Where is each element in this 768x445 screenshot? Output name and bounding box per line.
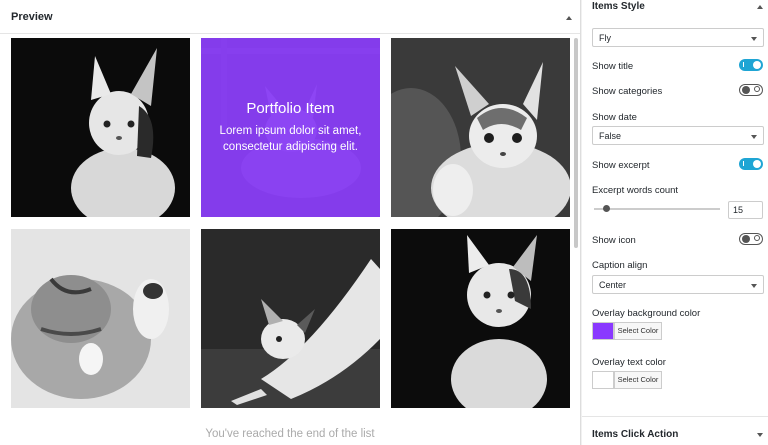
excerpt-words-label: Excerpt words count [592, 185, 679, 196]
preview-panel: Preview Portfolio Item Lorem ipsum dolor… [0, 0, 581, 445]
show-categories-label: Show categories [592, 86, 663, 97]
portfolio-item-4[interactable] [11, 229, 190, 408]
show-excerpt-label: Show excerpt [592, 160, 650, 171]
excerpt-words-slider-handle[interactable] [603, 205, 610, 212]
chevron-down-icon [751, 284, 757, 288]
caption-align-select[interactable]: Center [592, 275, 764, 294]
collapse-icon[interactable] [757, 5, 763, 9]
portfolio-item-title: Portfolio Item [246, 100, 335, 117]
overlay-bg-label: Overlay background color [592, 308, 701, 319]
overlay-text-label: Overlay text color [592, 357, 666, 368]
cat-photo-6 [391, 229, 570, 408]
preview-header[interactable]: Preview [0, 0, 580, 34]
end-of-list-message: You've reached the end of the list [205, 428, 375, 440]
chevron-down-icon [751, 135, 757, 139]
items-style-header[interactable]: Items Style [582, 0, 768, 16]
show-date-label: Show date [592, 112, 637, 123]
caption-align-value: Center [599, 280, 627, 290]
preview-scrollbar[interactable] [574, 38, 578, 248]
overlay-text-select-color-button[interactable]: Select Color [614, 371, 662, 389]
preview-title: Preview [11, 11, 53, 23]
style-select-value: Fly [599, 33, 611, 43]
portfolio-item-5[interactable] [201, 229, 380, 408]
items-click-action-title[interactable]: Items Click Action [592, 429, 678, 440]
portfolio-item-excerpt: Lorem ipsum dolor sit amet, consectetur … [219, 125, 362, 153]
portfolio-item-overlay: Portfolio Item Lorem ipsum dolor sit ame… [201, 38, 380, 217]
cat-photo-4 [11, 229, 190, 408]
portfolio-item-6[interactable] [391, 229, 570, 408]
excerpt-words-slider[interactable] [594, 208, 720, 210]
portfolio-item-3[interactable] [391, 38, 570, 217]
overlay-text-swatch[interactable] [592, 371, 614, 389]
chevron-down-icon [751, 37, 757, 41]
cat-photo-1 [11, 38, 190, 217]
show-excerpt-toggle[interactable] [739, 158, 763, 170]
portfolio-item-2[interactable]: Portfolio Item Lorem ipsum dolor sit ame… [201, 38, 380, 217]
show-title-label: Show title [592, 61, 634, 72]
show-date-select[interactable]: False [592, 126, 764, 145]
show-title-toggle[interactable] [739, 59, 763, 71]
excerpt-words-input[interactable]: 15 [728, 201, 763, 219]
collapse-icon[interactable] [566, 16, 572, 20]
items-style-title: Items Style [592, 1, 645, 12]
cat-photo-3 [391, 38, 570, 217]
portfolio-item-1[interactable] [11, 38, 190, 217]
expand-icon[interactable] [757, 433, 763, 437]
cat-photo-5 [201, 229, 380, 408]
style-select[interactable]: Fly [592, 28, 764, 47]
caption-align-label: Caption align [592, 260, 648, 271]
section-divider [582, 416, 768, 417]
show-categories-toggle[interactable] [739, 84, 763, 96]
show-icon-toggle[interactable] [739, 233, 763, 245]
overlay-bg-swatch[interactable] [592, 322, 614, 340]
settings-sidebar: Items Style Fly Show title Show categori… [582, 0, 768, 445]
show-icon-label: Show icon [592, 235, 636, 246]
overlay-bg-select-color-button[interactable]: Select Color [614, 322, 662, 340]
show-date-value: False [599, 131, 622, 141]
